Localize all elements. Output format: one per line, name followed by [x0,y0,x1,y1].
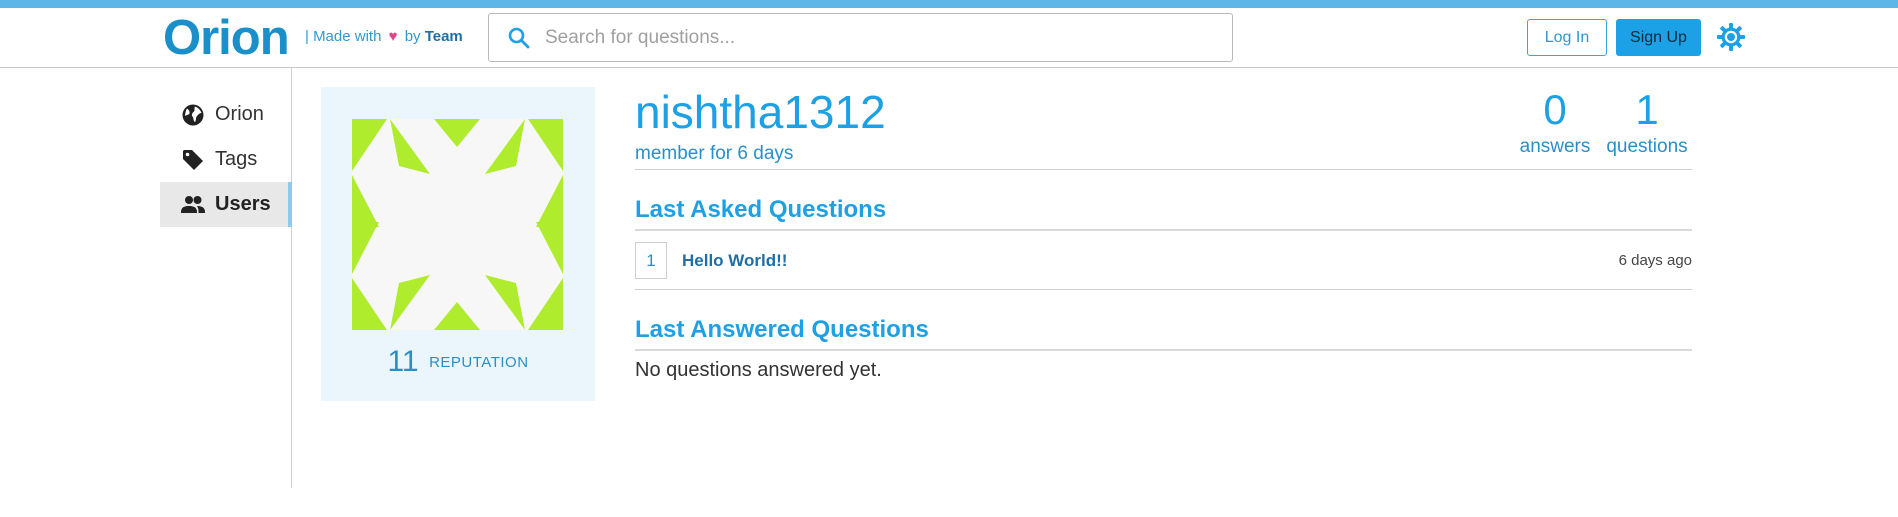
identicon-image [352,119,563,330]
username: nishtha1312 [635,86,886,138]
theme-toggle-icon[interactable] [1716,22,1746,52]
logo[interactable]: Orion [163,14,290,63]
last-answered-title: Last Answered Questions [635,316,929,343]
reputation-value: 11 [387,345,419,378]
sidebar-item-label: Users [215,193,271,215]
team-link[interactable]: Team [425,28,463,45]
search-icon [508,27,530,49]
answers-stat[interactable]: 0 answers [1514,88,1596,158]
question-answer-count: 1 [635,242,667,279]
search-box[interactable] [488,13,1233,62]
signup-button[interactable]: Sign Up [1616,19,1701,56]
sidebar-nav: Orion Tags Users [160,68,292,488]
empty-answers-message: No questions answered yet. [635,359,882,381]
answers-label: answers [1519,136,1591,157]
divider [635,349,1692,351]
sidebar-item-orion[interactable]: Orion [160,92,292,137]
divider [635,289,1692,290]
member-since: member for 6 days [635,143,794,164]
by-text: by [404,28,421,45]
users-icon [180,192,206,218]
question-timestamp: 6 days ago [1618,252,1692,269]
made-with-text: | Made with [305,28,382,45]
made-with-credit: | Made with ♥ by Team [305,28,463,45]
profile-card: 11 REPUTATION [321,87,595,401]
questions-count: 1 [1635,86,1659,133]
globe-icon [180,102,206,128]
heart-icon: ♥ [388,28,398,45]
divider [635,229,1692,231]
answers-count: 0 [1543,86,1567,133]
sidebar-item-tags[interactable]: Tags [160,137,292,182]
tag-icon [180,147,206,173]
question-title-link[interactable]: Hello World!! [682,251,787,271]
user-avatar[interactable] [352,119,563,330]
question-row: 1 Hello World!! 6 days ago [635,242,1692,280]
last-asked-title: Last Asked Questions [635,196,887,223]
divider [635,169,1692,170]
top-accent-bar [0,0,1898,8]
sidebar-item-users[interactable]: Users [160,182,292,227]
questions-label: questions [1606,136,1688,157]
reputation-label: REPUTATION [429,353,529,371]
reputation: 11 REPUTATION [321,345,595,379]
sidebar-item-label: Orion [215,103,264,125]
login-button[interactable]: Log In [1527,19,1607,56]
search-input[interactable] [545,22,1205,54]
questions-stat[interactable]: 1 questions [1601,88,1693,158]
sidebar-item-label: Tags [215,148,258,170]
header: Orion | Made with ♥ by Team Log In Sign … [0,8,1898,68]
